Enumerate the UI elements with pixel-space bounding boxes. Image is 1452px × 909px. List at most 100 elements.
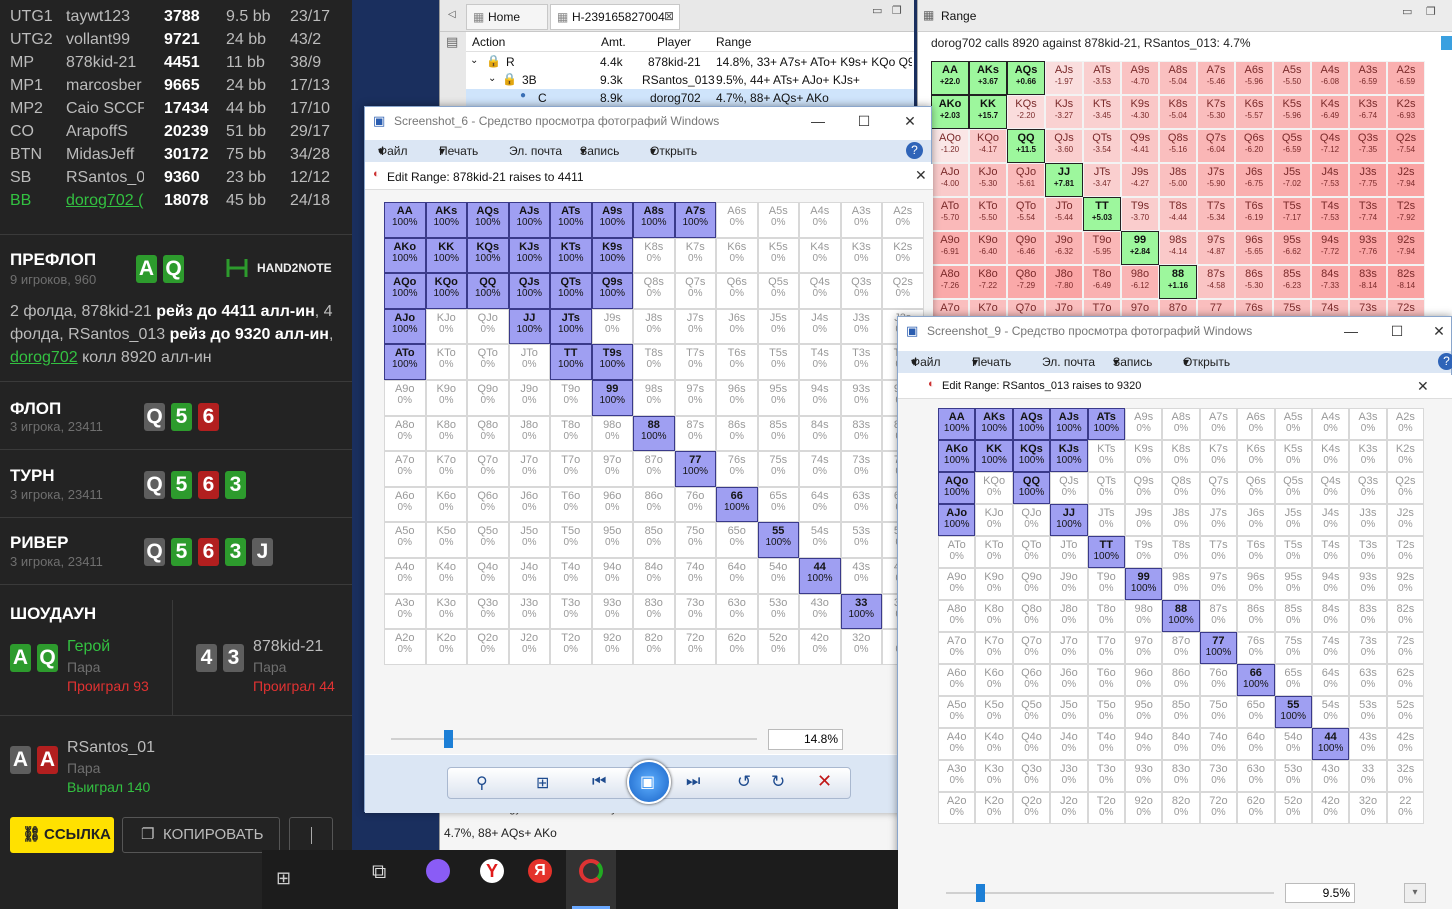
yandex-browser-icon[interactable]: Y — [480, 859, 504, 883]
player-row[interactable]: UTG2 vollant99 9721 24 bb 43/2 — [0, 28, 352, 51]
restore-icon[interactable]: ❐ — [1426, 5, 1436, 18]
ev-cell[interactable]: A8s -5.04 — [1159, 61, 1197, 95]
previous-icon[interactable]: ⏮ — [592, 773, 606, 791]
ev-cell[interactable]: Q3s -7.35 — [1349, 129, 1387, 163]
ev-cell[interactable]: K6s -5.57 — [1235, 95, 1273, 129]
ev-cell[interactable]: Q5s -6.59 — [1273, 129, 1311, 163]
alice-icon[interactable] — [426, 859, 450, 883]
player-nickname[interactable]: vollant99 — [66, 28, 144, 51]
ev-cell[interactable]: T7s -5.34 — [1197, 197, 1235, 231]
ev-cell[interactable]: JJ +7.81 — [1045, 163, 1083, 197]
tab-scroll-icon[interactable]: ◁ — [448, 9, 456, 20]
ev-cell[interactable]: QQ +11.5 — [1007, 129, 1045, 163]
player-row[interactable]: MP2 Caio SCCP 17434 44 bb 17/10 — [0, 97, 352, 120]
ev-cell[interactable]: 98s -4.14 — [1159, 231, 1197, 265]
ev-cell[interactable]: AQs +0.66 — [1007, 61, 1045, 95]
scrollbar-thumb[interactable] — [1441, 36, 1452, 50]
ev-cell[interactable]: KTo -5.50 — [969, 197, 1007, 231]
ev-cell[interactable]: 86s -5.30 — [1235, 265, 1273, 299]
menu-burn[interactable]: Запись ▾ — [580, 140, 619, 162]
tab-home[interactable]: ▦ Home — [466, 4, 548, 30]
ev-cell[interactable]: 93s -7.76 — [1349, 231, 1387, 265]
ev-cell[interactable]: K8s -5.04 — [1159, 95, 1197, 129]
delete-icon[interactable]: ✕ — [817, 771, 832, 792]
ev-cell[interactable]: A9o -6.91 — [931, 231, 969, 265]
ev-cell[interactable]: A2s -6.59 — [1387, 61, 1425, 95]
table-row[interactable]: ⌄ 🔒 R 4.4k 878kid-21 14.8%, 33+ A7s+ ATo… — [466, 53, 914, 71]
player-row[interactable]: MP 878kid-21 4451 11 bb 38/9 — [0, 51, 352, 74]
ev-cell[interactable]: ATs -3.53 — [1083, 61, 1121, 95]
ev-cell[interactable]: K9o -6.40 — [969, 231, 1007, 265]
ev-cell[interactable]: Q6s -6.20 — [1235, 129, 1273, 163]
ev-cell[interactable]: Q2s -7.54 — [1387, 129, 1425, 163]
ev-cell[interactable]: K5s -5.96 — [1273, 95, 1311, 129]
ev-cell[interactable]: 82s -8.14 — [1387, 265, 1425, 299]
col-amount[interactable]: Amt. — [601, 35, 626, 49]
ev-cell[interactable]: J9s -4.27 — [1121, 163, 1159, 197]
ev-cell[interactable]: J3s -7.75 — [1349, 163, 1387, 197]
ev-cell[interactable]: AQo -1.20 — [931, 129, 969, 163]
player-nickname[interactable]: ArapoffS — [66, 120, 144, 143]
maximize-icon[interactable]: ☐ — [1376, 317, 1418, 345]
player-nickname[interactable]: RSantos_0 — [66, 166, 144, 189]
ev-cell[interactable]: AKo +2.03 — [931, 95, 969, 129]
ev-cell[interactable]: JTo -5.44 — [1045, 197, 1083, 231]
tree-icon[interactable]: ▤ — [446, 34, 458, 50]
zoom-icon[interactable]: ⚲ — [476, 773, 488, 793]
ev-cell[interactable]: T6s -6.19 — [1235, 197, 1273, 231]
ev-cell[interactable]: 96s -5.65 — [1235, 231, 1273, 265]
ev-cell[interactable]: 97s -4.87 — [1197, 231, 1235, 265]
player-row[interactable]: MP1 marcosber 9665 24 bb 17/13 — [0, 74, 352, 97]
ev-cell[interactable]: A7s -5.46 — [1197, 61, 1235, 95]
player-row[interactable]: SB RSantos_0 9360 23 bb 12/12 — [0, 166, 352, 189]
minimize-icon[interactable]: — — [797, 107, 839, 135]
ev-cell[interactable]: A5s -5.50 — [1273, 61, 1311, 95]
table-row[interactable]: ⌄ 🔒 3B 9.3k RSantos_013 9.5%, 44+ ATs+ A… — [466, 71, 914, 89]
menu-open[interactable]: Открыть ▾ — [1183, 351, 1230, 373]
ev-cell[interactable]: T9o -5.95 — [1083, 231, 1121, 265]
ev-cell[interactable]: Q8s -5.16 — [1159, 129, 1197, 163]
help-icon[interactable]: ? — [1438, 353, 1452, 370]
ev-cell[interactable]: T8s -4.44 — [1159, 197, 1197, 231]
minimize-icon[interactable]: ▭ — [872, 4, 882, 17]
windows-start-icon[interactable]: ⊞ — [276, 868, 291, 889]
help-icon[interactable]: ? — [906, 142, 923, 159]
next-icon[interactable]: ⏭ — [686, 773, 700, 791]
minimize-icon[interactable]: ▭ — [1402, 5, 1412, 18]
col-player[interactable]: Player — [657, 35, 691, 49]
more-button[interactable] — [289, 817, 333, 853]
slideshow-button[interactable]: ▣ — [627, 760, 671, 804]
tab-hand[interactable]: ▦ H-239165827004 ⊠ — [550, 4, 680, 30]
ev-cell[interactable]: 99 +2.84 — [1121, 231, 1159, 265]
ev-cell[interactable]: K3s -6.74 — [1349, 95, 1387, 129]
menu-burn[interactable]: Запись ▾ — [1113, 351, 1152, 373]
hand2note-task-button[interactable] — [566, 850, 616, 909]
ev-cell[interactable]: A3s -6.59 — [1349, 61, 1387, 95]
player-nickname[interactable]: marcosber — [66, 74, 144, 97]
ev-cell[interactable]: A4s -6.08 — [1311, 61, 1349, 95]
ev-cell[interactable]: QTo -5.54 — [1007, 197, 1045, 231]
ev-cell[interactable]: K8o -7.22 — [969, 265, 1007, 299]
close-icon[interactable]: ✕ — [1418, 317, 1452, 345]
copy-button[interactable]: ❐ КОПИРОВАТЬ — [122, 817, 280, 853]
menu-open[interactable]: Открыть ▾ — [650, 140, 697, 162]
col-range[interactable]: Range — [716, 35, 751, 49]
ev-cell[interactable]: 88 +1.16 — [1159, 265, 1197, 299]
ev-cell[interactable]: J6s -6.75 — [1235, 163, 1273, 197]
ev-cell[interactable]: Q9o -6.46 — [1007, 231, 1045, 265]
ev-cell[interactable]: ATo -5.70 — [931, 197, 969, 231]
player-row[interactable]: CO ArapoffS 20239 51 bb 29/17 — [0, 120, 352, 143]
ev-cell[interactable]: Q9s -4.41 — [1121, 129, 1159, 163]
ev-cell[interactable]: Q7s -6.04 — [1197, 129, 1235, 163]
player-nickname[interactable]: 878kid-21 — [66, 51, 144, 74]
ev-cell[interactable]: T5s -7.17 — [1273, 197, 1311, 231]
ev-cell[interactable]: QJs -3.60 — [1045, 129, 1083, 163]
ev-cell[interactable]: 98o -6.12 — [1121, 265, 1159, 299]
ev-cell[interactable]: K7s -5.30 — [1197, 95, 1235, 129]
ev-cell[interactable]: KJs -3.27 — [1045, 95, 1083, 129]
ev-cell[interactable]: KQo -4.17 — [969, 129, 1007, 163]
menu-file[interactable]: Файл ▾ — [378, 140, 408, 162]
player-nickname[interactable]: MidasJeff — [66, 143, 144, 166]
chevron-down-icon[interactable]: ⌄ — [488, 73, 496, 84]
ev-cell[interactable]: QTs -3.54 — [1083, 129, 1121, 163]
